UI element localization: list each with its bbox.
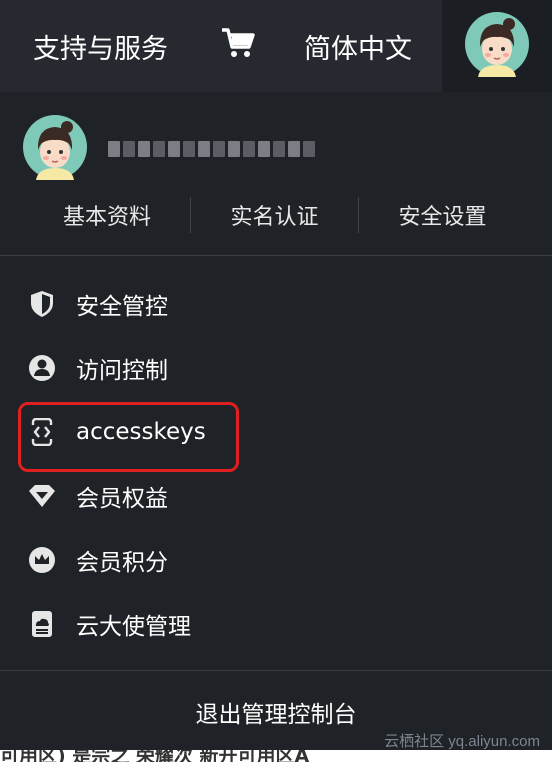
menu-item-security-control[interactable]: 安全管控	[0, 272, 552, 336]
menu-item-label: 访问控制	[76, 358, 168, 384]
diamond-icon	[28, 482, 56, 510]
language-label: 简体中文	[304, 33, 412, 65]
cart-button[interactable]	[220, 0, 256, 92]
cloud-badge-icon	[28, 610, 56, 638]
menu-item-label: 安全管控	[76, 294, 168, 320]
shield-icon	[28, 290, 56, 318]
basic-profile-link[interactable]: 基本资料	[0, 199, 190, 231]
menu-item-cloud-ambassador[interactable]: 云大使管理	[0, 592, 552, 656]
account-menu: 安全管控 访问控制 accesskeys 会员权益 会员积分 云大使管理	[0, 272, 552, 656]
background-page-text: 可用区) 是宗之 荣耀次 新开可用区A	[0, 750, 310, 762]
section-divider	[0, 255, 552, 256]
user-circle-icon	[28, 354, 56, 382]
support-services-label: 支持与服务	[33, 33, 168, 65]
top-navigation-bar: 支持与服务 简体中文	[0, 0, 552, 92]
real-name-auth-link[interactable]: 实名认证	[191, 199, 358, 231]
menu-item-member-points[interactable]: 会员积分	[0, 528, 552, 592]
menu-item-label: 会员权益	[76, 486, 168, 512]
background-page-strip: 可用区) 是宗之 荣耀次 新开可用区A	[0, 750, 552, 762]
cart-icon	[220, 27, 256, 66]
menu-item-label: accesskeys	[76, 419, 206, 445]
section-divider	[0, 670, 552, 671]
support-services-link[interactable]: 支持与服务	[33, 0, 168, 92]
account-dropdown-panel: 基本资料 实名认证 安全设置 安全管控 访问控制 accesskeys 会员权益…	[0, 92, 552, 750]
avatar	[22, 114, 88, 184]
logout-label: 退出管理控制台	[195, 702, 357, 728]
username-redacted	[108, 141, 315, 157]
security-settings-link[interactable]: 安全设置	[359, 199, 526, 231]
language-switcher[interactable]: 简体中文	[304, 0, 412, 92]
code-key-icon	[28, 418, 56, 446]
menu-item-access-control[interactable]: 访问控制	[0, 336, 552, 400]
menu-item-label: 会员积分	[76, 550, 168, 576]
crown-icon	[28, 546, 56, 574]
watermark: 云栖社区 yq.aliyun.com	[384, 733, 540, 750]
avatar	[464, 11, 530, 81]
menu-item-label: 云大使管理	[76, 614, 191, 640]
menu-item-accesskeys[interactable]: accesskeys	[0, 400, 552, 472]
account-links: 基本资料 实名认证 安全设置	[0, 192, 552, 238]
account-menu-trigger[interactable]	[442, 0, 552, 92]
menu-item-member-benefits[interactable]: 会员权益	[0, 464, 552, 528]
user-info	[22, 114, 315, 184]
